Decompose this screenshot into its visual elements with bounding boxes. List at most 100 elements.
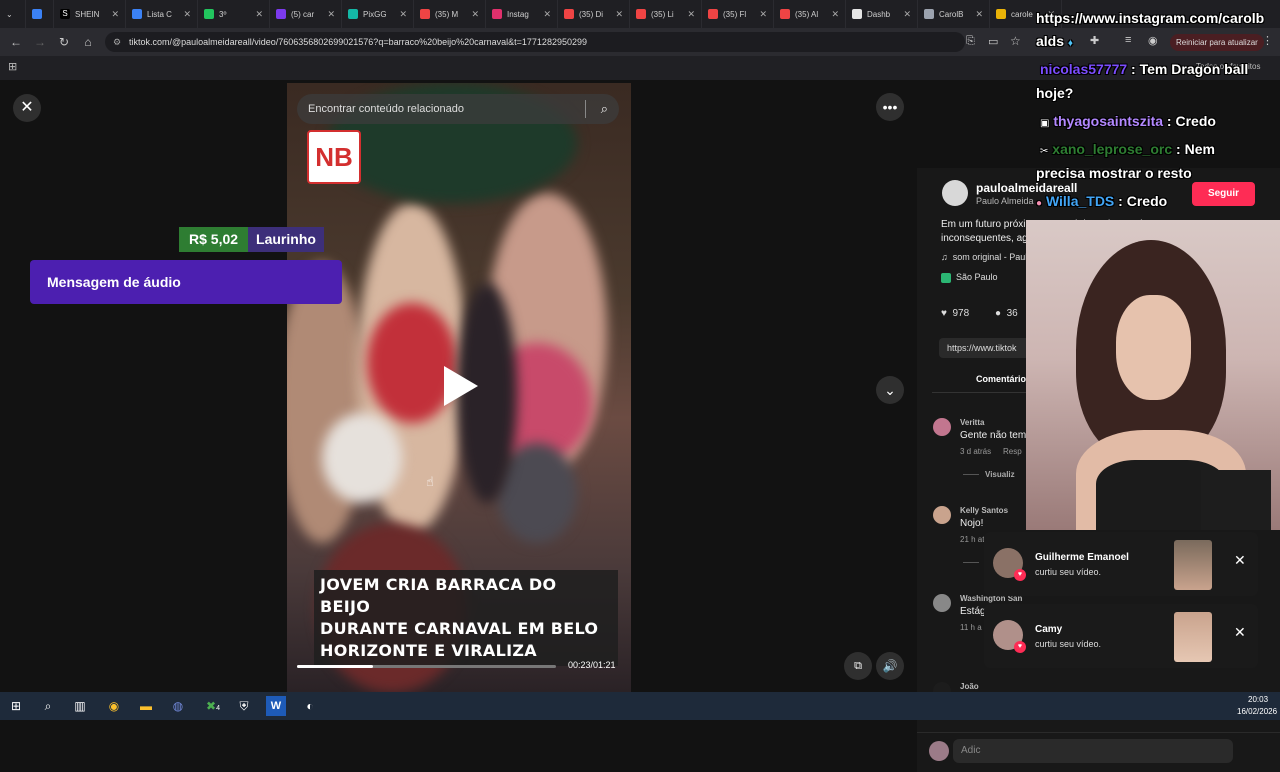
close-tab-icon[interactable]: ✕ (903, 9, 911, 20)
close-tab-icon[interactable]: ✕ (975, 9, 983, 20)
author-avatar[interactable] (942, 180, 968, 206)
bookmark-star-icon[interactable]: ☆ (1010, 34, 1021, 48)
clock-time[interactable]: 20:03 (1248, 695, 1268, 704)
clock-date[interactable]: 16/02/2026 (1237, 707, 1277, 716)
sound-row[interactable]: ♫ som original - Paulo (941, 252, 1032, 262)
browser-tab[interactable]: CarolB ✕ (918, 0, 990, 28)
close-tab-icon[interactable]: ✕ (111, 9, 119, 20)
address-bar-row: ← → ↻ ⌂ ⚙ tiktok.com/@pauloalmeidareall/v… (0, 28, 1280, 56)
word-icon[interactable]: W (266, 696, 286, 716)
forward-button[interactable]: → (28, 35, 52, 49)
next-video-button[interactable]: ⌄ (876, 376, 904, 404)
cast-icon[interactable]: ▭ (988, 35, 998, 48)
play-icon[interactable] (444, 366, 478, 406)
location-tag[interactable]: São Paulo (941, 272, 998, 283)
browser-tab[interactable]: Instag ✕ (486, 0, 558, 28)
extensions-icon[interactable]: ✚ (1090, 34, 1099, 47)
related-search-input[interactable]: Encontrar conteúdo relacionado ⌕ (297, 94, 619, 124)
like-button[interactable]: ♥ 978 (941, 308, 969, 319)
donation-alert: R$ 5,02 Laurinho (179, 227, 324, 252)
video-progress-bar[interactable] (297, 665, 556, 668)
notification-thumbnail (1174, 540, 1212, 590)
close-tab-icon[interactable]: ✕ (759, 9, 767, 20)
browser-tab[interactable]: (35) Di ✕ (558, 0, 630, 28)
home-button[interactable]: ⌂ (76, 35, 100, 49)
like-notification[interactable]: ♥ Camy curtiu seu vídeo. ✕ (984, 604, 1258, 668)
back-button[interactable]: ← (4, 35, 28, 49)
chat-link-line-2: alds ♦ (1036, 33, 1074, 49)
my-avatar (929, 741, 949, 761)
restart-update-button[interactable]: Reiniciar para atualizar (1170, 34, 1264, 51)
cloud-icon (132, 9, 142, 19)
browser-tab[interactable]: S SHEIN ✕ (54, 0, 126, 28)
close-tab-icon[interactable]: ✕ (687, 9, 695, 20)
close-tab-icon[interactable]: ✕ (183, 9, 191, 20)
comment-author[interactable]: João (960, 682, 979, 691)
like-notification[interactable]: ♥ Guilherme Emanoel curtiu seu vídeo. ✕ (984, 532, 1258, 596)
more-options-button[interactable]: ••• (876, 93, 904, 121)
discord-icon[interactable]: ◍ (168, 696, 188, 716)
chat-username: nicolas57777 (1040, 61, 1128, 77)
pixgg-icon (348, 9, 358, 19)
site-info-icon[interactable]: ⚙ (113, 32, 121, 52)
comment-time: 11 h a (960, 623, 982, 632)
twitch-icon (276, 9, 286, 19)
obs-icon[interactable]: ◐ (300, 696, 320, 716)
comment-avatar[interactable] (933, 418, 951, 436)
follow-button[interactable]: Seguir (1192, 182, 1255, 206)
browser-tab[interactable]: PixGG ✕ (342, 0, 414, 28)
tab-label: (5) car (291, 9, 315, 19)
close-video-button[interactable]: ✕ (13, 94, 41, 122)
add-comment-input[interactable]: Adic (953, 739, 1233, 763)
volume-button[interactable]: 🔊 (876, 652, 904, 680)
pip-button[interactable]: ⧉ (844, 652, 872, 680)
start-icon[interactable]: ⊞ (6, 696, 26, 716)
browser-tab[interactable]: (5) car ✕ (270, 0, 342, 28)
close-tab-icon[interactable]: ✕ (327, 9, 335, 20)
chat-message-cont: precisa mostrar o resto (1036, 165, 1192, 181)
comment-author[interactable]: Veritta (960, 418, 984, 427)
media-icon[interactable]: ≡ (1125, 34, 1131, 46)
chat-text: Credo (1126, 193, 1168, 209)
close-icon[interactable]: ✕ (1234, 552, 1246, 569)
tab-label: (35) Al (795, 9, 819, 19)
close-tab-icon[interactable]: ✕ (399, 9, 407, 20)
profile-icon[interactable]: ◉ (1148, 34, 1158, 47)
close-tab-icon[interactable]: ✕ (471, 9, 479, 20)
search-icon[interactable]: ⌕ (601, 94, 608, 124)
comment-author[interactable]: Kelly Santos (960, 506, 1008, 515)
caption-line: JOVEM CRIA BARRACA DO BEIJO (320, 575, 557, 616)
browser-tab[interactable]: (35) M ✕ (414, 0, 486, 28)
close-tab-icon[interactable]: ✕ (543, 9, 551, 20)
reload-button[interactable]: ↻ (52, 35, 76, 49)
view-replies-link[interactable]: Visualiz (985, 470, 1015, 479)
close-tab-icon[interactable]: ✕ (831, 9, 839, 20)
browser-tab[interactable]: 3º ✕ (198, 0, 270, 28)
tab-label: (35) Fl (723, 9, 747, 19)
search-icon[interactable]: ⌕ (38, 696, 58, 716)
tab-list-button[interactable]: ⌄ (0, 0, 26, 28)
translate-icon[interactable]: ⎘ (966, 35, 975, 48)
close-tab-icon[interactable]: ✕ (615, 9, 623, 20)
comment-avatar[interactable] (933, 506, 951, 524)
menu-kebab-icon[interactable]: ⋮ (1262, 34, 1273, 47)
reply-link[interactable]: Resp (1003, 447, 1022, 456)
xbox-icon[interactable]: ✖4 (203, 696, 223, 716)
chrome-icon[interactable]: ◉ (104, 696, 124, 716)
browser-tab[interactable]: Lista C ✕ (126, 0, 198, 28)
browser-tab[interactable]: Dashb ✕ (846, 0, 918, 28)
file-explorer-icon[interactable]: ▬ (136, 696, 156, 716)
tab-comments[interactable]: Comentário (976, 374, 1026, 384)
browser-tab[interactable]: (35) Fl ✕ (702, 0, 774, 28)
browser-tab[interactable] (26, 0, 54, 28)
apps-grid-icon[interactable]: ⊞ (8, 60, 17, 73)
comment-count-button[interactable]: ● 36 (995, 308, 1018, 319)
task-view-icon[interactable]: ▥ (70, 696, 90, 716)
browser-tab[interactable]: (35) Li ✕ (630, 0, 702, 28)
url-input[interactable]: ⚙ tiktok.com/@pauloalmeidareall/video/760… (105, 32, 965, 52)
browser-tab[interactable]: (35) Al ✕ (774, 0, 846, 28)
comment-avatar[interactable] (933, 594, 951, 612)
security-icon[interactable]: ⛨ (234, 696, 254, 716)
close-icon[interactable]: ✕ (1234, 624, 1246, 641)
close-tab-icon[interactable]: ✕ (255, 9, 263, 20)
